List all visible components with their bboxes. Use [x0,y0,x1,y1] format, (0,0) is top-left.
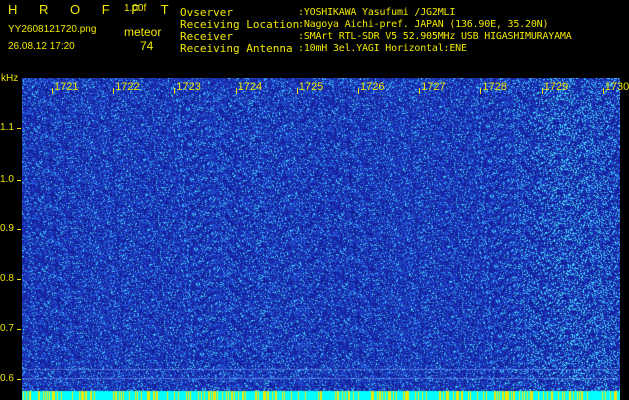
antenna-value: :10mH 3el.YAGI Horizontal:ENE [298,43,467,54]
x-tick-label: 1727 [421,81,446,93]
x-tick-mark [113,88,115,94]
app-version: 1.00f [124,3,147,14]
file-name: YY2608121720.png [8,24,97,35]
observer-value: :YOSHIKAWA Yasufumi /JG2MLI [298,7,456,18]
right-border [620,78,629,400]
x-tick-label: 1722 [115,81,140,93]
y-tick-mark [17,229,21,230]
y-tick-mark [17,329,21,330]
x-tick-mark [52,88,53,94]
y-tick-mark [17,379,21,380]
antenna-label: Receiving Antenna [180,42,293,55]
x-tick-label: 1725 [298,81,324,93]
x-tick-label: 1729 [543,81,569,93]
x-tick-mark [174,88,176,94]
x-tick-label: 1726 [360,81,385,93]
spectrogram-canvas [22,78,620,400]
x-tick-mark [419,88,421,94]
x-tick-mark [541,88,543,94]
location-value: :Nagoya Aichi-pref. JAPAN (136.90E, 35.2… [298,19,549,30]
count-value: 74 [140,39,154,53]
spectrogram-plot [22,78,620,400]
y-tick-mark [17,180,21,181]
x-tick-label: 1728 [482,81,507,93]
mode-label: meteor [124,25,162,39]
x-tick-label: 1730 [604,81,629,93]
y-tick-mark [17,279,21,280]
datetime-label: 26.08.12 17:20 [8,41,75,52]
x-tick-label: 1721 [54,81,79,93]
header-panel: H R O F F T 1.00f YY2608121720.png meteo… [0,0,629,78]
x-tick-mark [358,88,359,94]
x-tick-mark [296,88,298,94]
x-tick-mark [602,88,604,94]
x-tick-label: 1723 [176,81,201,93]
x-tick-label: 1724 [237,81,263,93]
app-logo: H R O F F T [8,2,178,17]
x-tick-mark [235,88,237,94]
x-tick-mark [480,88,482,94]
y-unit-label: kHz [1,73,19,84]
receiver-value: :SMArt RTL-SDR V5 52.905MHz USB HIGASHIM… [298,31,572,42]
y-tick-mark [17,128,21,129]
